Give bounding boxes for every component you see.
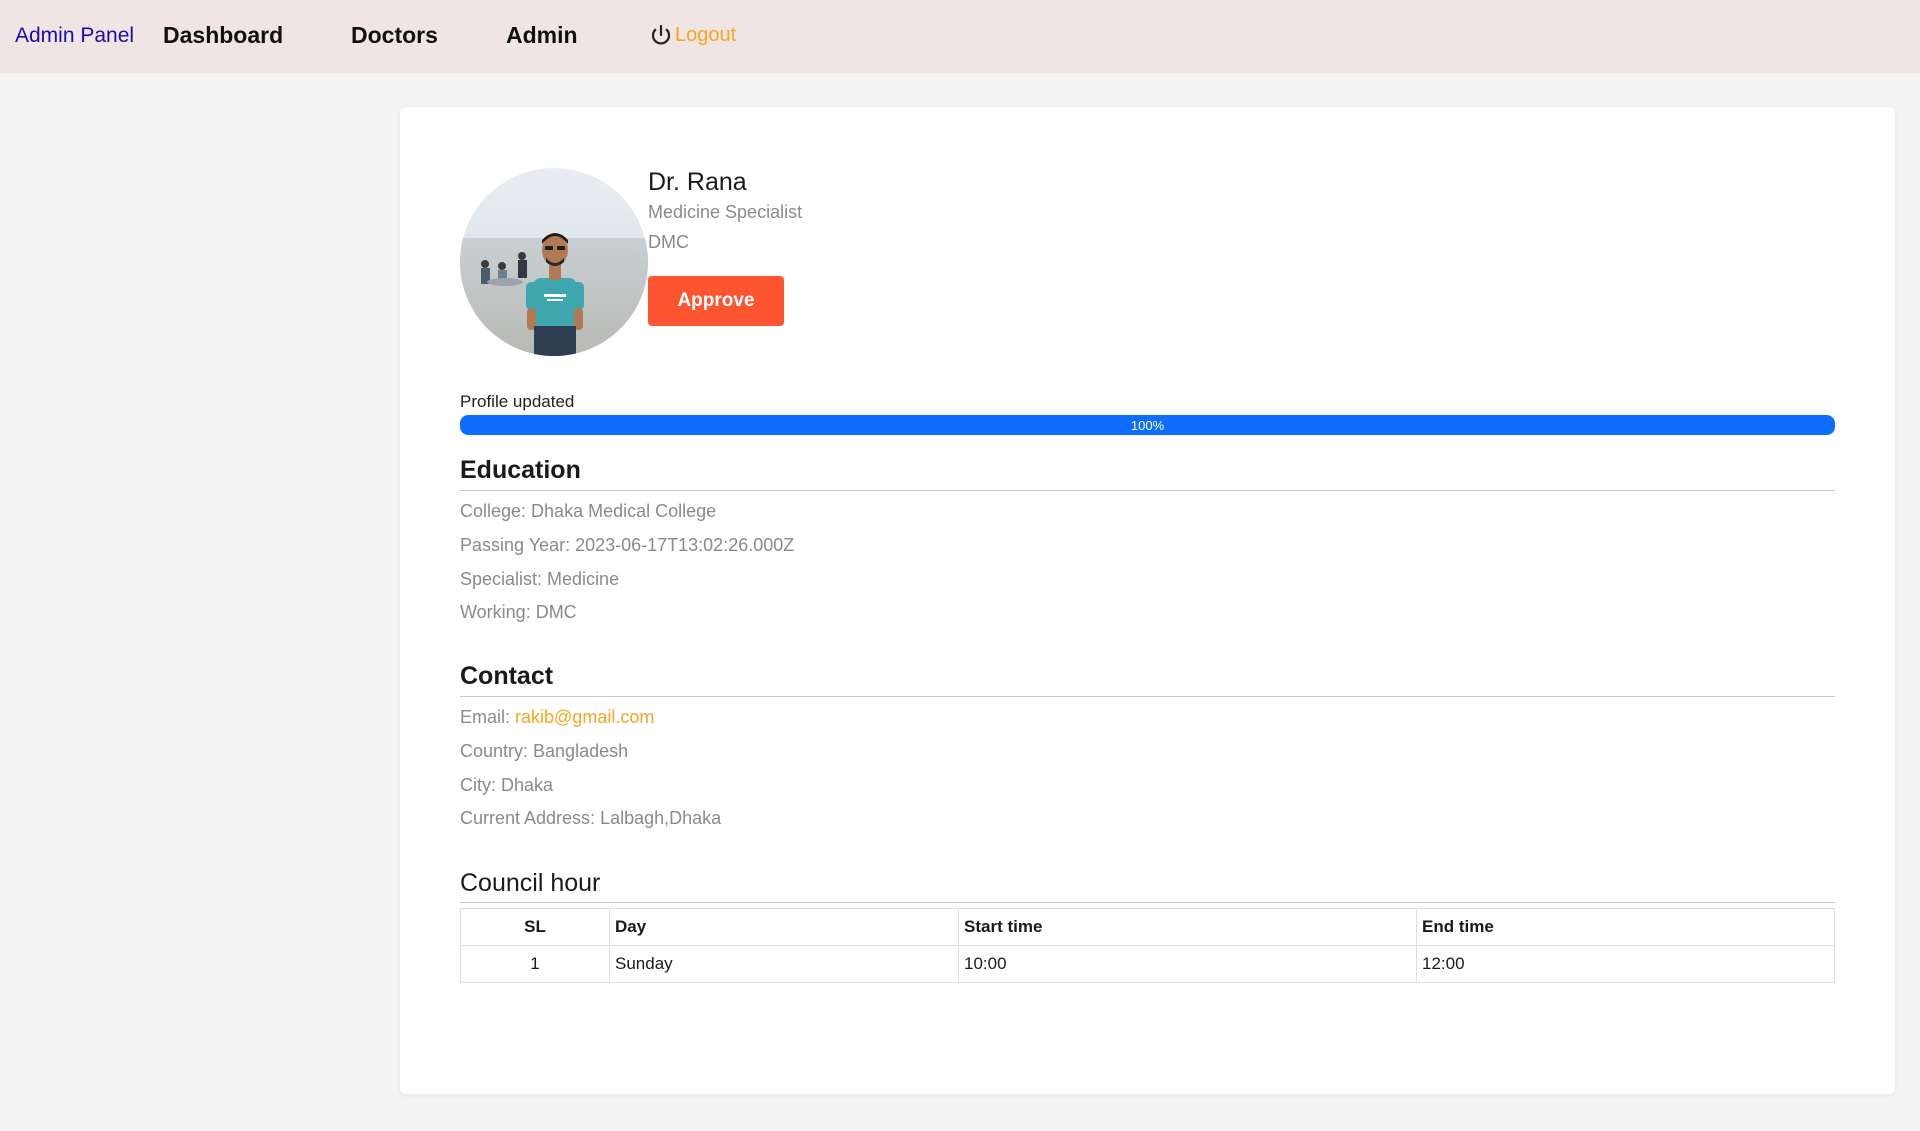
council-divider bbox=[460, 902, 1835, 903]
email-link[interactable]: rakib@gmail.com bbox=[515, 707, 654, 727]
doctor-avatar bbox=[460, 168, 648, 356]
contact-country: Country: Bangladesh bbox=[460, 741, 629, 761]
header-end-time: End time bbox=[1416, 908, 1835, 946]
council-hour-heading: Council hour bbox=[460, 869, 601, 897]
nav-dashboard[interactable]: Dashboard bbox=[163, 22, 283, 49]
cell-start-time: 10:00 bbox=[958, 945, 1417, 983]
education-divider bbox=[460, 490, 1835, 491]
education-working: Working: DMC bbox=[460, 602, 577, 622]
doctor-name: Dr. Rana bbox=[648, 168, 747, 196]
education-passing-year: Passing Year: 2023-06-17T13:02:26.000Z bbox=[460, 535, 795, 555]
education-specialist: Specialist: Medicine bbox=[460, 569, 620, 589]
profile-progress-bar: 100% bbox=[460, 415, 1835, 435]
contact-divider bbox=[460, 696, 1835, 697]
contact-city: City: Dhaka bbox=[460, 775, 554, 795]
progress-fill: 100% bbox=[460, 415, 1835, 435]
nav-doctors[interactable]: Doctors bbox=[351, 22, 438, 49]
progress-label: Profile updated bbox=[460, 392, 575, 411]
contact-heading: Contact bbox=[460, 662, 554, 690]
header-start-time: Start time bbox=[958, 908, 1417, 946]
logout-button[interactable]: Logout bbox=[649, 23, 736, 47]
email-label: Email: bbox=[460, 707, 516, 727]
power-icon bbox=[651, 24, 671, 45]
contact-address: Current Address: Lalbagh,Dhaka bbox=[460, 808, 722, 828]
approve-button[interactable]: Approve bbox=[648, 276, 784, 326]
education-heading: Education bbox=[460, 456, 581, 484]
brand-link[interactable]: Admin Panel bbox=[15, 24, 134, 48]
top-navbar: Admin Panel Dashboard Doctors Admin Logo… bbox=[0, 0, 1920, 73]
header-day: Day bbox=[609, 908, 959, 946]
table-header-row: SL Day Start time End time bbox=[460, 908, 1835, 946]
cell-sl: 1 bbox=[460, 945, 610, 983]
council-hour-table: SL Day Start time End time 1 Sunday 10:0… bbox=[460, 908, 1835, 983]
cell-end-time: 12:00 bbox=[1416, 945, 1835, 983]
contact-email-line: Email: rakib@gmail.com bbox=[460, 707, 654, 728]
education-college: College: Dhaka Medical College bbox=[460, 501, 717, 521]
nav-admin[interactable]: Admin bbox=[506, 22, 578, 49]
doctor-workplace: DMC bbox=[648, 232, 689, 252]
doctor-specialty: Medicine Specialist bbox=[648, 202, 803, 222]
table-row: 1 Sunday 10:00 12:00 bbox=[460, 945, 1835, 983]
header-sl: SL bbox=[460, 908, 610, 946]
cell-day: Sunday bbox=[609, 945, 959, 983]
logout-label: Logout bbox=[675, 23, 737, 46]
